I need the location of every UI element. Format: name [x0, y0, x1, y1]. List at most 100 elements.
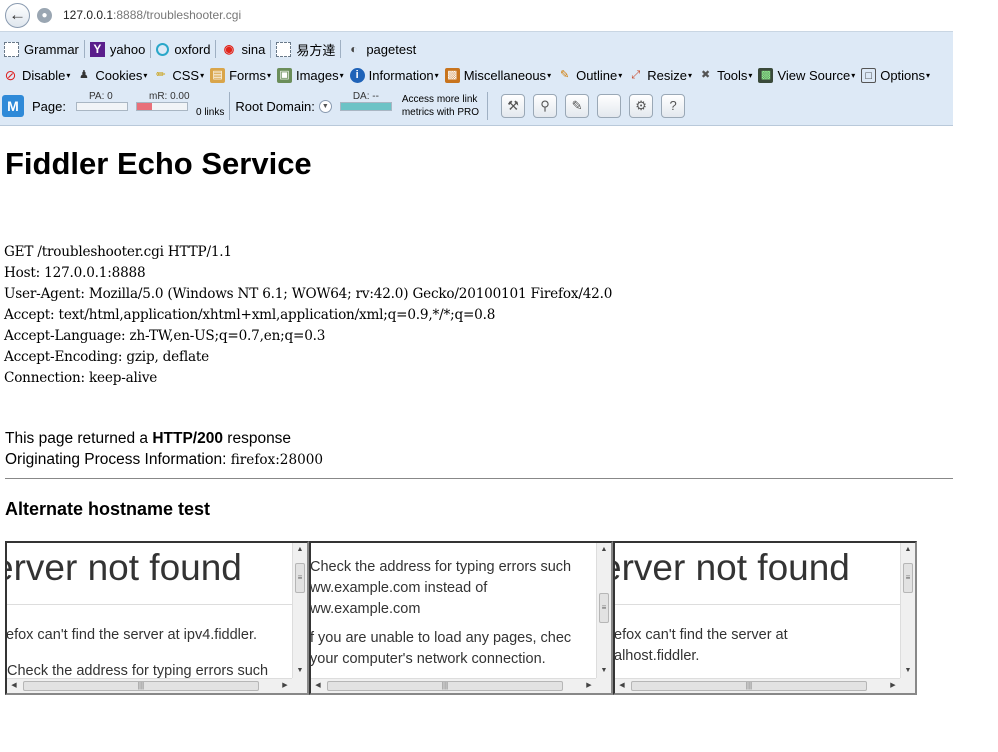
links-count: 0 links	[195, 106, 225, 118]
view-source-icon: ▩	[758, 67, 774, 83]
process-label: Originating Process Information:	[5, 451, 231, 468]
error-text: Check the address for typing errors such	[7, 663, 269, 678]
globe-icon: ●	[37, 8, 52, 23]
scroll-up-icon[interactable]: ▲	[597, 543, 611, 557]
scroll-thumb[interactable]: ≡	[903, 563, 913, 593]
menu-resize[interactable]: ⤢ Resize ▾	[625, 68, 695, 83]
bookmark-label: oxford	[174, 41, 211, 57]
menu-miscellaneous[interactable]: ▩ Miscellaneous ▾	[442, 67, 554, 83]
disable-icon: ⊘	[4, 66, 17, 83]
url-text[interactable]: 127.0.0.1:8888/troubleshooter.cgi	[63, 8, 241, 22]
gear-icon[interactable]: ⚙	[629, 94, 654, 118]
menu-options[interactable]: □ Options ▾	[858, 67, 933, 83]
bookmark-label: Grammar	[24, 41, 79, 57]
scroll-left-icon[interactable]: ◀	[311, 679, 325, 693]
bookmark-pagetest[interactable]: ◐ pagetest	[342, 38, 420, 60]
dashed-box-icon	[4, 41, 19, 57]
menu-label: Options	[880, 67, 926, 83]
dropdown-arrow-icon: ▾	[748, 70, 753, 80]
resp-prefix: This page returned a	[5, 430, 153, 447]
pro-link[interactable]: Access more link metrics with PRO	[402, 93, 479, 119]
dropdown-arrow-icon: ▾	[66, 70, 71, 80]
iframe-ipv4[interactable]: erver not found efox can't find the serv…	[5, 541, 309, 695]
error-text: alhost.fiddler.	[615, 648, 700, 664]
scroll-thumb[interactable]: |||	[23, 681, 259, 691]
menu-css[interactable]: ✏ CSS ▾	[150, 68, 207, 83]
iframe-localhost[interactable]: erver not found efox can't find the serv…	[613, 541, 917, 695]
scroll-thumb[interactable]: |||	[631, 681, 867, 691]
address-bar[interactable]: ← ● 127.0.0.1:8888/troubleshooter.cgi	[0, 0, 953, 32]
response-info: This page returned a HTTP/200 response O…	[5, 428, 323, 471]
menu-label: CSS	[172, 67, 200, 83]
scroll-down-icon[interactable]: ▼	[901, 664, 915, 678]
scroll-up-icon[interactable]: ▲	[293, 543, 307, 557]
scroll-right-icon[interactable]: ▶	[278, 679, 292, 693]
scroll-thumb[interactable]: |||	[327, 681, 563, 691]
pencil-icon: ✏	[156, 68, 166, 81]
book-icon: ▩	[444, 67, 460, 83]
moz-logo-icon[interactable]: M	[2, 95, 24, 117]
menu-outline[interactable]: ✎ Outline ▾	[554, 68, 625, 83]
back-arrow-icon[interactable]: ←	[5, 3, 30, 28]
scroll-down-icon[interactable]: ▼	[597, 664, 611, 678]
scroll-right-icon[interactable]: ▶	[886, 679, 900, 693]
frame-content: erver not found efox can't find the serv…	[615, 543, 900, 678]
divider	[7, 604, 292, 605]
process-value: firefox:28000	[230, 452, 324, 468]
horizontal-scrollbar[interactable]: ◀ ||| ▶	[7, 678, 292, 693]
highlight-box-icon[interactable]	[597, 94, 622, 118]
dropdown-arrow-icon: ▾	[266, 70, 271, 80]
pencil-icon[interactable]: ✎	[565, 94, 590, 118]
page-label: Page:	[32, 98, 66, 114]
request-line: User-Agent: Mozilla/5.0 (Windows NT 6.1;…	[4, 286, 613, 302]
horizontal-scrollbar[interactable]: ◀ ||| ▶	[311, 678, 596, 693]
horizontal-scrollbar[interactable]: ◀ ||| ▶	[615, 678, 900, 693]
iframe-ipv6[interactable]: Check the address for typing errors such…	[309, 541, 613, 695]
mr-fill	[136, 102, 152, 110]
request-line: Accept-Language: zh-TW,en-US;q=0.7,en;q=…	[4, 328, 326, 344]
dropdown-arrow-icon: ▾	[434, 70, 439, 80]
scroll-down-icon[interactable]: ▼	[293, 664, 307, 678]
browser-chrome: ← ● 127.0.0.1:8888/troubleshooter.cgi Gr…	[0, 0, 953, 126]
error-text: f you are unable to load any pages, chec	[311, 630, 572, 646]
bookmark-label: yahoo	[109, 41, 146, 57]
error-text: ww.example.com	[311, 601, 421, 617]
bookmark-yahoo[interactable]: Yyahoo	[86, 38, 149, 60]
pa-meter: PA: 0	[75, 91, 128, 111]
vertical-scrollbar[interactable]: ▲ ≡ ▼	[900, 543, 915, 678]
bookmark-yifangda[interactable]: 易方達	[272, 38, 339, 60]
menu-tools[interactable]: ✖ Tools ▾	[695, 68, 755, 83]
menu-forms[interactable]: ▤ Forms ▾	[207, 67, 274, 83]
vertical-scrollbar[interactable]: ▲ ≡ ▼	[292, 543, 307, 678]
menu-disable[interactable]: ⊘ Disable ▾	[0, 66, 73, 83]
bookmark-sina[interactable]: ◉ sina	[217, 38, 269, 60]
scroll-left-icon[interactable]: ◀	[615, 679, 629, 693]
info-icon: i	[349, 67, 365, 83]
error-title: erver not found	[7, 547, 242, 588]
scroll-thumb[interactable]: ≡	[599, 593, 609, 623]
url-host: 127.0.0.1	[63, 8, 114, 22]
scroll-left-icon[interactable]: ◀	[7, 679, 21, 693]
help-icon[interactable]: ?	[661, 94, 686, 118]
menu-label: Outline	[576, 67, 618, 83]
scroll-right-icon[interactable]: ▶	[582, 679, 596, 693]
process-info-line: Originating Process Information: firefox…	[5, 449, 323, 471]
menu-label: Images	[295, 67, 339, 83]
chevron-down-icon[interactable]: ▼	[318, 99, 332, 113]
clipboard-icon: ▤	[210, 67, 226, 83]
bookmark-oxford[interactable]: oxford	[152, 38, 214, 60]
wrench-icon[interactable]: ⚒	[501, 94, 526, 118]
menu-view-source[interactable]: ▩ View Source ▾	[755, 67, 858, 83]
scroll-up-icon[interactable]: ▲	[901, 543, 915, 557]
menu-images[interactable]: ▣ Images ▾	[274, 67, 347, 83]
menu-cookies[interactable]: ♟ Cookies ▾	[73, 68, 150, 83]
scroll-thumb[interactable]: ≡	[295, 563, 305, 593]
menu-information[interactable]: i Information ▾	[347, 67, 442, 83]
separator	[83, 40, 85, 58]
frame-content: erver not found efox can't find the serv…	[7, 543, 292, 678]
vertical-scrollbar[interactable]: ▲ ≡ ▼	[596, 543, 611, 678]
pro-line-1: Access more link	[401, 94, 478, 105]
bookmark-grammar[interactable]: Grammar	[0, 38, 83, 60]
search-icon[interactable]: ⚲	[533, 94, 558, 118]
request-line: Accept-Encoding: gzip, deflate	[4, 349, 210, 365]
